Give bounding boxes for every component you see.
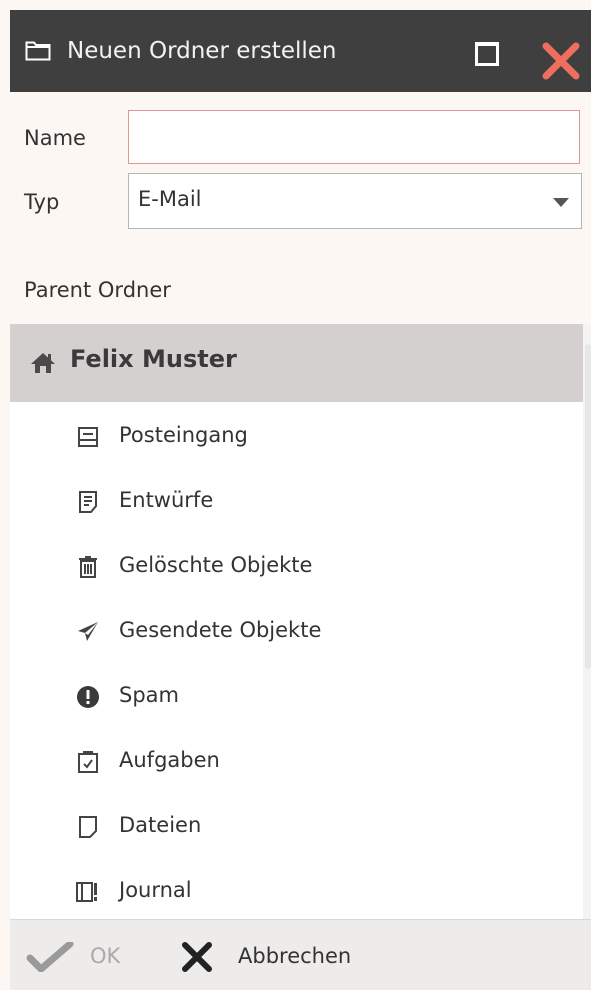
drafts-icon <box>79 491 97 513</box>
tree-item-posteingang[interactable]: Posteingang <box>10 407 570 467</box>
type-select[interactable]: E-Mail <box>128 173 582 229</box>
tree-item-gesendete-objekte[interactable]: Gesendete Objekte <box>10 602 570 662</box>
cancel-button-label: Abbrechen <box>238 944 352 968</box>
tree-item-spam[interactable]: Spam <box>10 667 570 727</box>
folder-icon <box>25 41 51 61</box>
tree-item-journal[interactable]: Journal <box>10 862 570 922</box>
close-icon[interactable] <box>540 40 582 82</box>
tree-item-label: Journal <box>119 878 192 902</box>
dialog-title: Neuen Ordner erstellen <box>67 38 337 64</box>
close-icon <box>182 942 212 972</box>
name-label: Name <box>24 126 86 150</box>
tree-root-label: Felix Muster <box>70 345 237 373</box>
tree-item-label: Dateien <box>119 813 202 837</box>
tree-scrollbar-thumb[interactable] <box>585 344 591 669</box>
tree-item-geloeschte-objekte[interactable]: Gelöschte Objekte <box>10 537 570 597</box>
tree-item-label: Gesendete Objekte <box>119 618 322 642</box>
tree-scrollbar[interactable] <box>583 324 591 919</box>
inbox-icon <box>78 427 98 447</box>
tasks-icon <box>78 751 98 773</box>
create-folder-dialog: Neuen Ordner erstellen Name Typ E-Mail P… <box>0 0 591 990</box>
folder-tree: Felix Muster Posteingang Entwürfe Gelösc… <box>10 324 591 919</box>
maximize-icon[interactable] <box>475 42 499 66</box>
tree-item-label: Spam <box>119 683 179 707</box>
cancel-button[interactable]: Abbrechen <box>180 938 390 974</box>
home-icon <box>31 353 55 373</box>
name-input[interactable] <box>128 110 580 164</box>
trash-icon <box>79 556 97 578</box>
tree-item-label: Posteingang <box>119 423 248 447</box>
checkmark-icon <box>26 942 74 972</box>
tree-root-felix-muster[interactable]: Felix Muster <box>10 324 591 402</box>
ok-button-label: OK <box>90 944 121 968</box>
tree-item-label: Gelöschte Objekte <box>119 553 313 577</box>
tree-item-dateien[interactable]: Dateien <box>10 797 570 857</box>
tree-item-label: Entwürfe <box>119 488 214 512</box>
tree-item-label: Aufgaben <box>119 748 220 772</box>
type-select-value: E-Mail <box>138 187 202 211</box>
dialog-footer: OK Abbrechen <box>10 919 591 990</box>
tree-item-aufgaben[interactable]: Aufgaben <box>10 732 570 792</box>
send-icon <box>78 622 98 641</box>
journal-icon <box>76 882 97 902</box>
exclamation-icon <box>77 686 99 708</box>
tree-item-entwuerfe[interactable]: Entwürfe <box>10 472 570 532</box>
parent-folder-label: Parent Ordner <box>24 278 171 302</box>
dialog-titlebar: Neuen Ordner erstellen <box>10 10 591 92</box>
type-label: Typ <box>24 190 60 214</box>
file-icon <box>79 816 97 838</box>
ok-button[interactable]: OK <box>26 938 146 974</box>
chevron-down-icon <box>553 198 569 207</box>
